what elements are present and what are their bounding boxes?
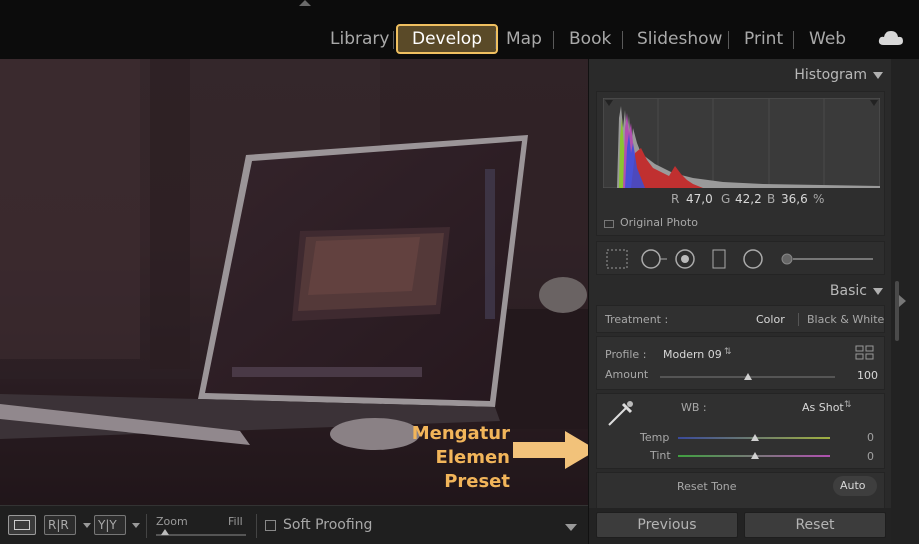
module-develop[interactable]: Develop: [396, 24, 498, 54]
zoom-slider[interactable]: [156, 534, 246, 536]
reset-button[interactable]: Reset: [744, 512, 886, 538]
treatment-row: Treatment : Color Black & White: [596, 305, 885, 333]
module-web[interactable]: Web: [809, 27, 846, 53]
profile-label: Profile :: [605, 348, 647, 361]
module-separator: [793, 31, 794, 49]
toolbar-options-icon[interactable]: [565, 524, 577, 531]
histogram-g-value: 42,2: [735, 192, 762, 206]
loupe-view-icon[interactable]: [8, 515, 36, 535]
histogram-g-label: G: [721, 192, 731, 206]
histogram-r-label: R: [671, 192, 680, 206]
spot-removal-icon[interactable]: [641, 249, 667, 269]
module-separator: [495, 31, 496, 49]
module-print[interactable]: Print: [744, 27, 783, 53]
histogram-header[interactable]: Histogram: [794, 67, 883, 83]
wb-select[interactable]: As Shot: [802, 401, 844, 414]
cloud-icon[interactable]: [878, 30, 904, 46]
histogram-r-value: 47,0: [686, 192, 713, 206]
temp-label: Temp: [640, 431, 670, 444]
auto-button[interactable]: Auto: [833, 476, 877, 496]
panel-collapse-icon[interactable]: [873, 71, 883, 79]
module-separator: [728, 31, 729, 49]
panel-collapse-icon[interactable]: [873, 287, 883, 295]
amount-slider-thumb[interactable]: [744, 373, 752, 380]
tint-value[interactable]: 0: [867, 450, 874, 463]
histogram-panel: R 47,0 G 42,2 B 36,6 % Original Photo: [596, 91, 885, 236]
radial-filter-icon[interactable]: [743, 249, 763, 269]
module-separator: [553, 31, 554, 49]
adjustment-brush-icon[interactable]: [781, 253, 873, 265]
bottom-toolbar: R|R Y|Y Zoom Fill Soft Proofing: [0, 505, 588, 544]
module-separator: [622, 31, 623, 49]
treatment-bw-option[interactable]: Black & White: [807, 313, 884, 326]
original-photo-checkbox[interactable]: [604, 220, 614, 228]
amount-label: Amount: [605, 368, 649, 381]
module-map[interactable]: Map: [506, 27, 542, 53]
module-slideshow[interactable]: Slideshow: [637, 27, 722, 53]
before-after-left-right-button[interactable]: R|R: [44, 515, 76, 535]
zoom-value: Fill: [228, 515, 243, 528]
previous-button[interactable]: Previous: [596, 512, 738, 538]
collapse-right-panel-icon[interactable]: [899, 295, 906, 307]
annotation-line-2: Elemen Preset: [435, 447, 510, 492]
before-after-top-bottom-button[interactable]: Y|Y: [94, 515, 126, 535]
profile-select[interactable]: Modern 09: [663, 348, 722, 361]
wb-label: WB :: [681, 401, 707, 414]
photo-canvas[interactable]: Mengatur Elemen Preset: [0, 59, 588, 505]
soft-proofing-checkbox[interactable]: [265, 520, 276, 531]
right-panel: Histogram R 47,0 G 42,2 B 36,6 % Origina…: [588, 59, 892, 544]
right-edge-strip: [891, 59, 919, 544]
basic-header[interactable]: Basic: [830, 283, 883, 299]
tool-strip: [596, 241, 885, 275]
treatment-label: Treatment :: [605, 313, 669, 326]
panel-scrollbar[interactable]: [895, 281, 899, 341]
histogram-percent: %: [813, 192, 825, 206]
annotation-text: Mengatur Elemen Preset: [370, 422, 510, 494]
toolbar-divider: [146, 514, 147, 538]
wb-stepper-icon[interactable]: ⇅: [844, 400, 852, 410]
module-bar: Library Develop Map Book Slideshow Print…: [0, 0, 919, 59]
chevron-down-icon[interactable]: [132, 523, 140, 528]
eyedropper-icon[interactable]: [603, 396, 637, 430]
soft-proofing-label: Soft Proofing: [283, 517, 373, 533]
tint-slider-thumb[interactable]: [751, 452, 759, 459]
module-library[interactable]: Library: [330, 27, 389, 53]
original-photo-label: Original Photo: [620, 216, 698, 229]
histogram-b-value: 36,6: [781, 192, 808, 206]
crop-overlay-icon[interactable]: [606, 249, 628, 269]
treatment-color-option[interactable]: Color: [756, 313, 785, 326]
collapse-top-panel-icon[interactable]: [299, 0, 311, 6]
amount-value[interactable]: 100: [857, 369, 878, 382]
zoom-label: Zoom: [156, 515, 188, 528]
zoom-slider-thumb[interactable]: [161, 529, 169, 535]
profile-stepper-icon[interactable]: ⇅: [724, 347, 732, 357]
module-book[interactable]: Book: [569, 27, 611, 53]
tone-section: Reset Tone Auto: [596, 472, 885, 508]
graduated-filter-icon[interactable]: [712, 249, 726, 269]
profile-browser-icon[interactable]: [855, 345, 875, 361]
treatment-divider: [798, 313, 799, 326]
reset-tone-label[interactable]: Reset Tone: [677, 480, 737, 493]
temp-value[interactable]: 0: [867, 431, 874, 444]
chevron-down-icon[interactable]: [83, 523, 91, 528]
profile-section: Profile : Modern 09 ⇅ Amount 100: [596, 336, 885, 390]
annotation-line-1: Mengatur: [411, 423, 510, 444]
toolbar-divider: [256, 514, 257, 538]
temp-slider-thumb[interactable]: [751, 434, 759, 441]
histogram-graph[interactable]: [603, 98, 880, 188]
tint-label: Tint: [650, 449, 671, 462]
white-balance-section: WB : As Shot ⇅ Temp 0 Tint 0: [596, 393, 885, 469]
module-separator: [393, 31, 394, 49]
histogram-b-label: B: [767, 192, 776, 206]
red-eye-icon[interactable]: [675, 249, 695, 269]
